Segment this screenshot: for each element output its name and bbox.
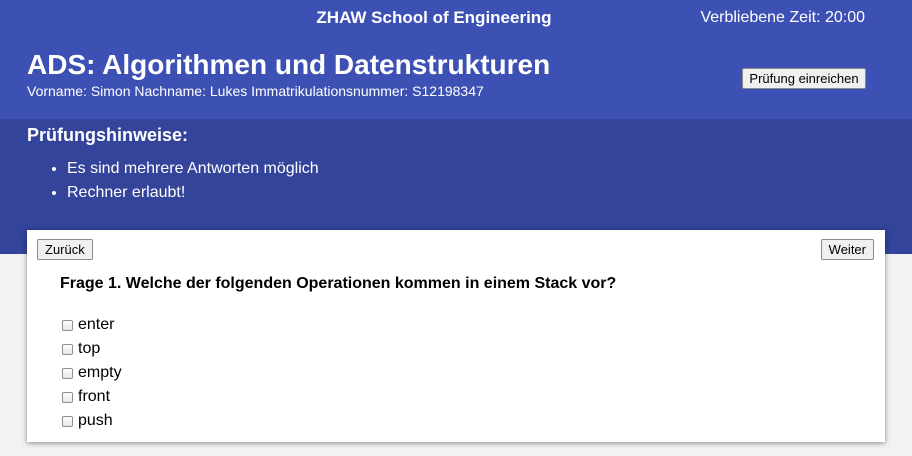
note-item: Rechner erlaubt! <box>67 181 319 205</box>
option-label[interactable]: front <box>78 388 110 406</box>
option-label[interactable]: top <box>78 340 100 358</box>
student-info: Vorname: Simon Nachname: Lukes Immatriku… <box>27 83 484 99</box>
submit-exam-button[interactable]: Prüfung einreichen <box>742 68 866 89</box>
notes-list: Es sind mehrere Antworten möglich Rechne… <box>27 157 319 205</box>
notes-title: Prüfungshinweise: <box>27 125 189 145</box>
question-text: Frage 1. Welche der folgenden Operatione… <box>60 275 617 292</box>
option-checkbox[interactable] <box>62 391 73 403</box>
answer-option[interactable]: empty <box>62 361 122 385</box>
option-checkbox[interactable] <box>62 415 73 427</box>
back-button[interactable]: Zurück <box>37 239 93 260</box>
option-label[interactable]: empty <box>78 364 122 382</box>
option-checkbox[interactable] <box>62 319 73 331</box>
answer-option[interactable]: top <box>62 337 122 361</box>
option-checkbox[interactable] <box>62 367 73 379</box>
answer-option[interactable]: push <box>62 409 122 433</box>
option-label[interactable]: push <box>78 412 113 430</box>
question-card: Zurück Weiter Frage 1. Welche der folgen… <box>27 230 885 442</box>
exam-header: ZHAW School of Engineering Verbliebene Z… <box>0 0 912 119</box>
answer-option[interactable]: enter <box>62 313 122 337</box>
answer-option[interactable]: front <box>62 385 122 409</box>
remaining-time: Verbliebene Zeit: 20:00 <box>700 9 865 26</box>
option-label[interactable]: enter <box>78 316 114 334</box>
note-item: Es sind mehrere Antworten möglich <box>67 157 319 181</box>
option-checkbox[interactable] <box>62 343 73 355</box>
answer-options: enter top empty front push <box>62 313 122 433</box>
page-title: ADS: Algorithmen und Datenstrukturen <box>27 49 551 80</box>
next-button[interactable]: Weiter <box>820 239 874 260</box>
